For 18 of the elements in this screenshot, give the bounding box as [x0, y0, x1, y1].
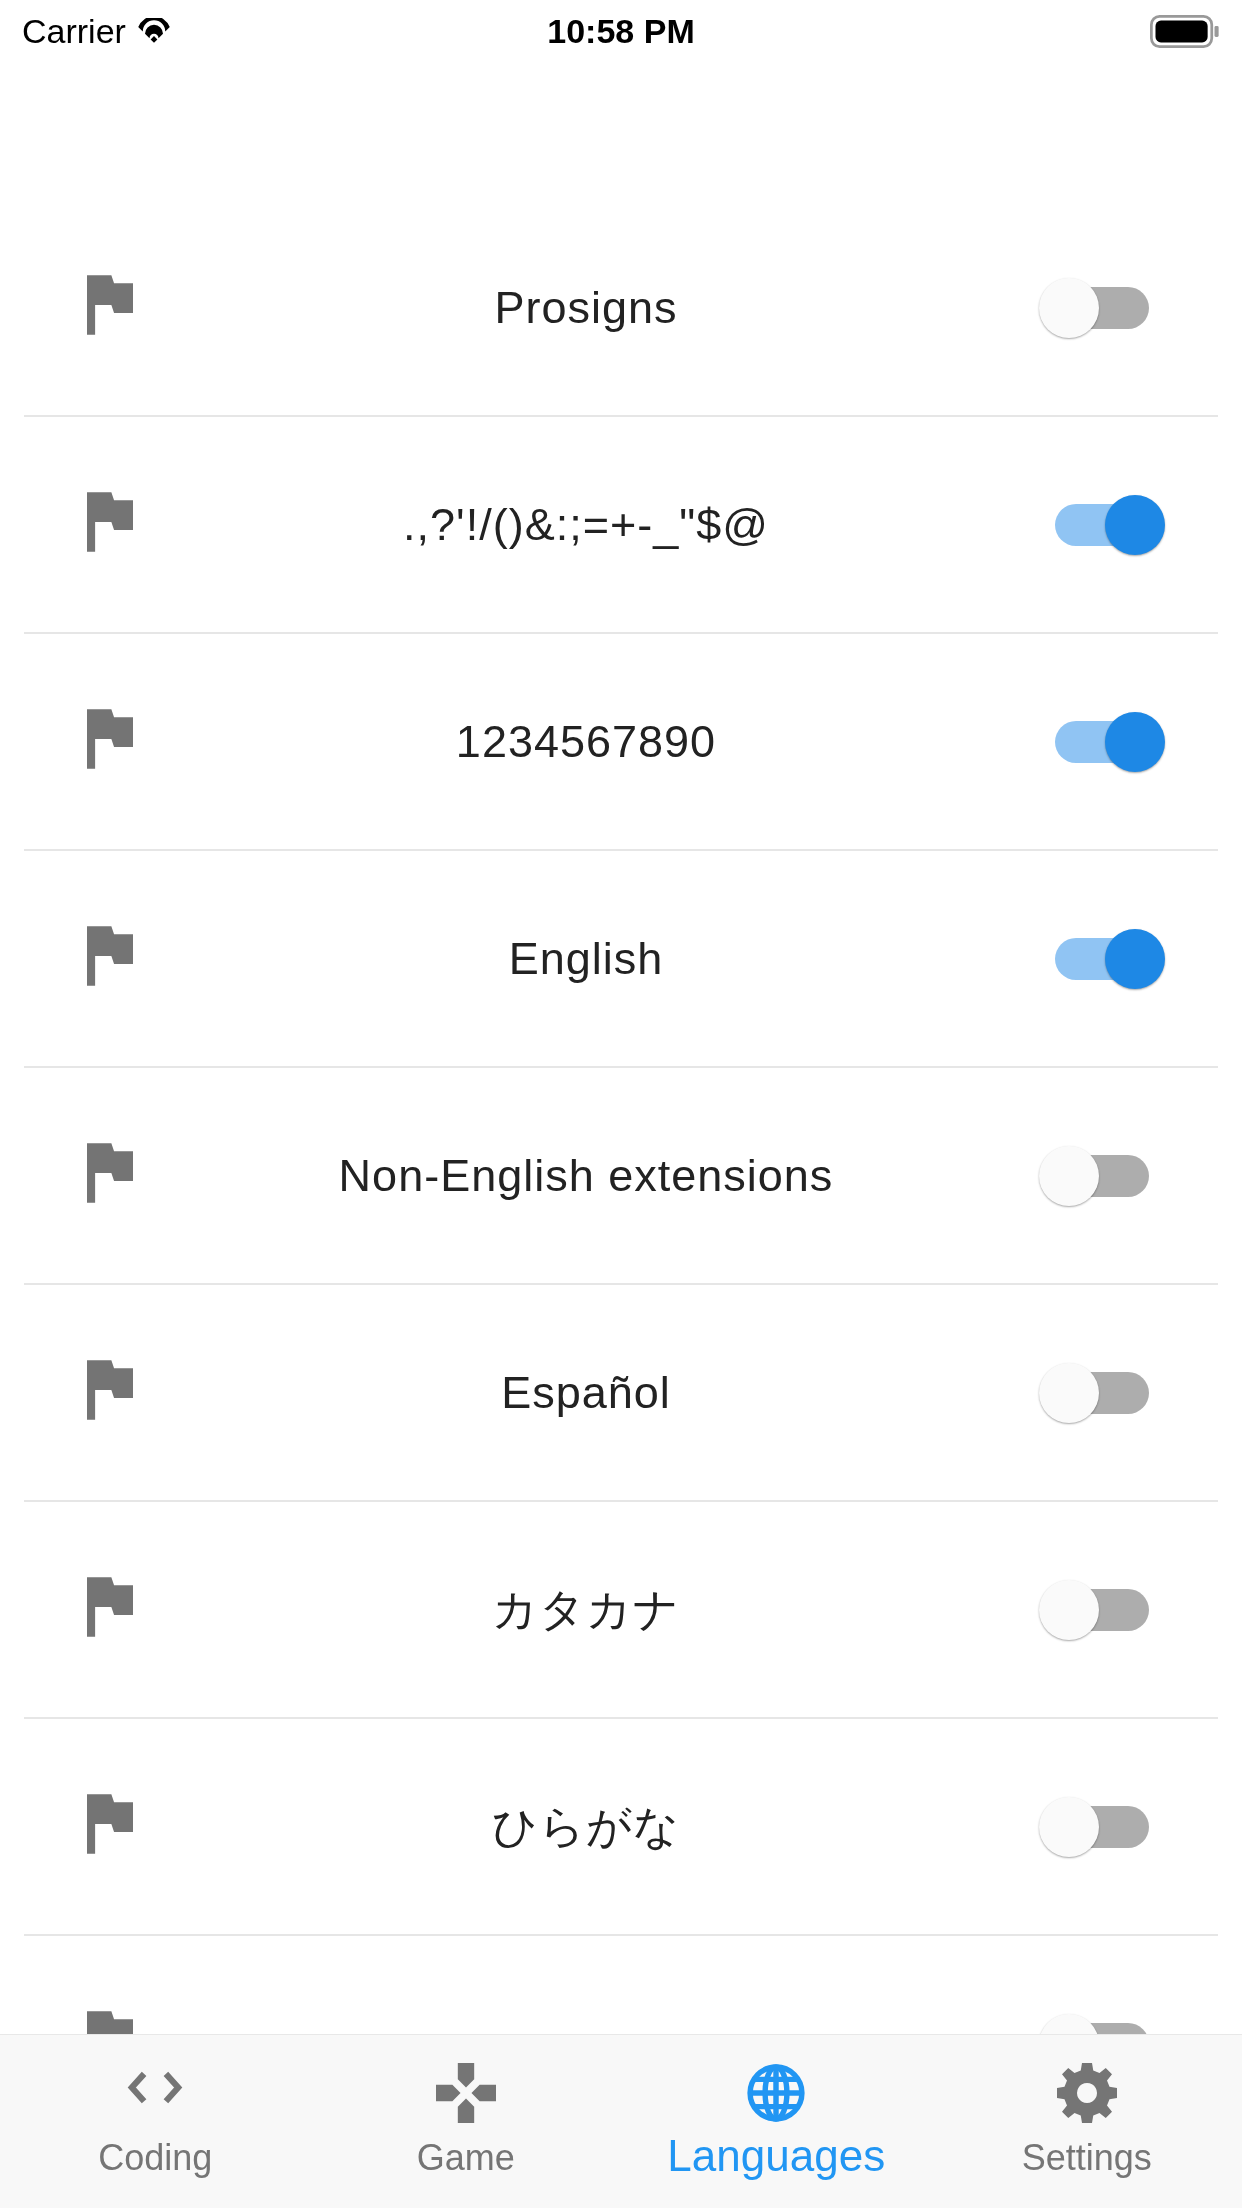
battery-icon — [1150, 14, 1220, 48]
gamepad-icon — [435, 2063, 496, 2123]
language-label: カタカナ — [492, 1585, 680, 1634]
tab[interactable]: Settings — [931, 2035, 1242, 2208]
tab[interactable]: Game — [310, 2035, 621, 2208]
language-label: ひらがな — [492, 1802, 680, 1851]
language-label: English — [508, 934, 664, 983]
settings-icon — [1056, 2063, 1117, 2123]
language-label: 1234567890 — [455, 717, 717, 766]
tab[interactable]: Coding — [0, 2035, 311, 2208]
language-label: Non-English extensions — [338, 1151, 834, 1200]
language-label: Prosigns — [494, 283, 678, 332]
carrier-name: Carrier — [22, 11, 126, 51]
language-label: Español — [501, 1368, 671, 1417]
status-time: 10:58 PM — [547, 11, 695, 51]
language-label: .,?'!/()&:;=+-_"$@ — [403, 500, 769, 549]
globe-icon — [746, 2063, 807, 2123]
tab[interactable]: Languages — [621, 2035, 932, 2208]
